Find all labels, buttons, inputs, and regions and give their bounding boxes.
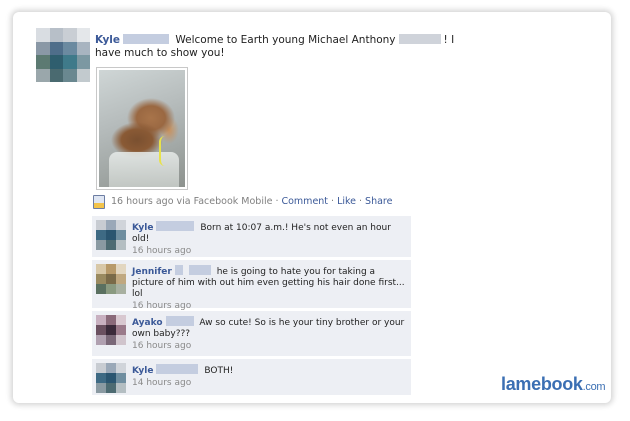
comment-text: he is going to hate you for taking a pic… [132, 267, 405, 299]
redacted-lastname [156, 364, 199, 374]
commenter-avatar[interactable] [96, 363, 126, 393]
comment-author[interactable]: Jennifer [132, 267, 172, 277]
redacted-lastname [188, 265, 211, 275]
redacted-lastname [165, 316, 194, 326]
post-time[interactable]: 16 hours ago [111, 196, 174, 208]
comment-list: Kyle Born at 10:07 a.m.! He's not even a… [92, 216, 411, 398]
comment-item: Kyle BOTH! 14 hours ago [92, 359, 411, 396]
comment-text: BOTH! [204, 366, 234, 376]
comment-author[interactable]: Ayako [132, 318, 163, 328]
commenter-avatar[interactable] [96, 264, 126, 294]
post-via: via Facebook Mobile [176, 196, 273, 207]
comment-item: Ayako Aw so cute! So is he your tiny bro… [92, 311, 411, 357]
comment-author[interactable]: Kyle [132, 366, 153, 376]
post-meta: 16 hours ago via Facebook Mobile · Comme… [93, 195, 392, 209]
post-text-before: Welcome to Earth young Michael Anthony [175, 34, 396, 46]
mobile-icon [93, 195, 105, 209]
redacted-lastname [156, 221, 195, 231]
redacted-lastname [174, 265, 183, 275]
redacted-lastname [123, 34, 170, 44]
post-author-name[interactable]: Kyle [95, 34, 120, 46]
commenter-avatar[interactable] [96, 315, 126, 345]
redacted-lastname [398, 34, 441, 44]
meta-separator: · [359, 196, 363, 207]
comment-author[interactable]: Kyle [132, 223, 153, 233]
meta-separator: · [275, 196, 279, 207]
post-photo[interactable] [96, 67, 188, 190]
share-link[interactable]: Share [365, 196, 392, 208]
author-avatar[interactable] [36, 28, 90, 82]
comment-time[interactable]: 16 hours ago [132, 341, 405, 352]
watermark-suffix: .com [582, 381, 606, 393]
baby-photo [99, 70, 185, 187]
comment-time[interactable]: 16 hours ago [132, 246, 405, 257]
lamebook-watermark: lamebook.com [501, 374, 606, 395]
watermark-brand: lamebook [501, 374, 583, 394]
like-link[interactable]: Like [337, 196, 356, 208]
comment-item: Jennifer he is going to hate you for tak… [92, 260, 411, 311]
commenter-avatar[interactable] [96, 220, 126, 250]
meta-separator: · [331, 196, 335, 207]
comment-time[interactable]: 14 hours ago [132, 378, 405, 389]
post-card: Kyle Welcome to Earth young Michael Anth… [13, 12, 611, 403]
post-text: Kyle Welcome to Earth young Michael Anth… [95, 34, 465, 60]
comment-link[interactable]: Comment [281, 196, 328, 208]
comment-item: Kyle Born at 10:07 a.m.! He's not even a… [92, 216, 411, 258]
photo-wire [159, 136, 175, 166]
